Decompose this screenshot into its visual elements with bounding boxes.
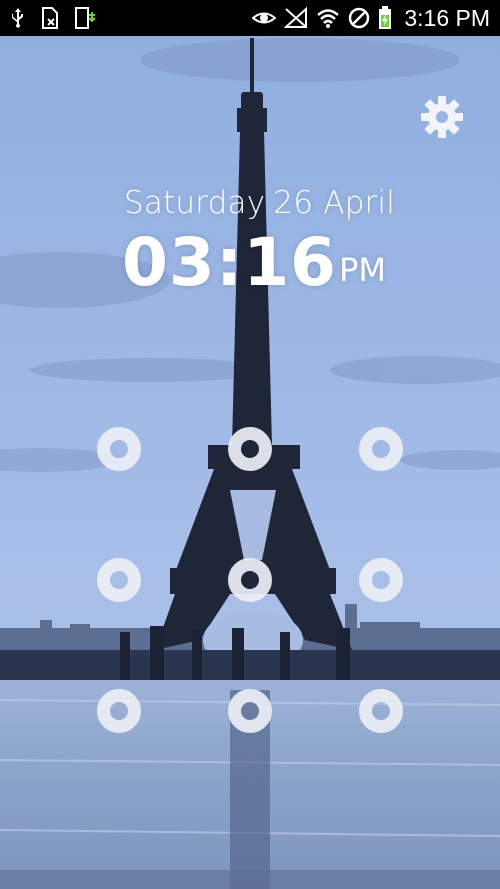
status-bar-time: 3:16 PM — [404, 4, 490, 31]
settings-button[interactable] — [418, 93, 466, 141]
pattern-dot-7[interactable] — [97, 689, 141, 733]
eye-icon — [252, 9, 277, 27]
clock-time: 03:16 — [122, 224, 338, 301]
pattern-dot-2[interactable] — [228, 427, 272, 471]
lockscreen-date: Saturday 26 April — [124, 185, 395, 221]
pattern-dot-4[interactable] — [97, 558, 141, 602]
usb-icon — [10, 7, 26, 29]
battery-charging-icon — [378, 6, 392, 30]
date: 26 April — [273, 185, 396, 221]
pattern-dot-6[interactable] — [359, 558, 403, 602]
sim-card-icon — [40, 7, 60, 29]
blocked-icon — [348, 7, 370, 29]
no-signal-icon — [284, 7, 308, 29]
lockscreen-clock: 03:16 PM — [122, 226, 386, 300]
status-bar: 3:16 PM — [0, 0, 500, 36]
clock-ampm: PM — [339, 251, 386, 289]
pattern-dot-8[interactable] — [228, 689, 272, 733]
pattern-dot-1[interactable] — [97, 427, 141, 471]
wifi-icon — [316, 8, 340, 28]
download-icon — [74, 7, 96, 29]
gear-icon — [421, 96, 463, 138]
day-of-week: Saturday — [124, 185, 266, 221]
pattern-dot-5[interactable] — [228, 558, 272, 602]
pattern-dot-9[interactable] — [359, 689, 403, 733]
pattern-dot-3[interactable] — [359, 427, 403, 471]
